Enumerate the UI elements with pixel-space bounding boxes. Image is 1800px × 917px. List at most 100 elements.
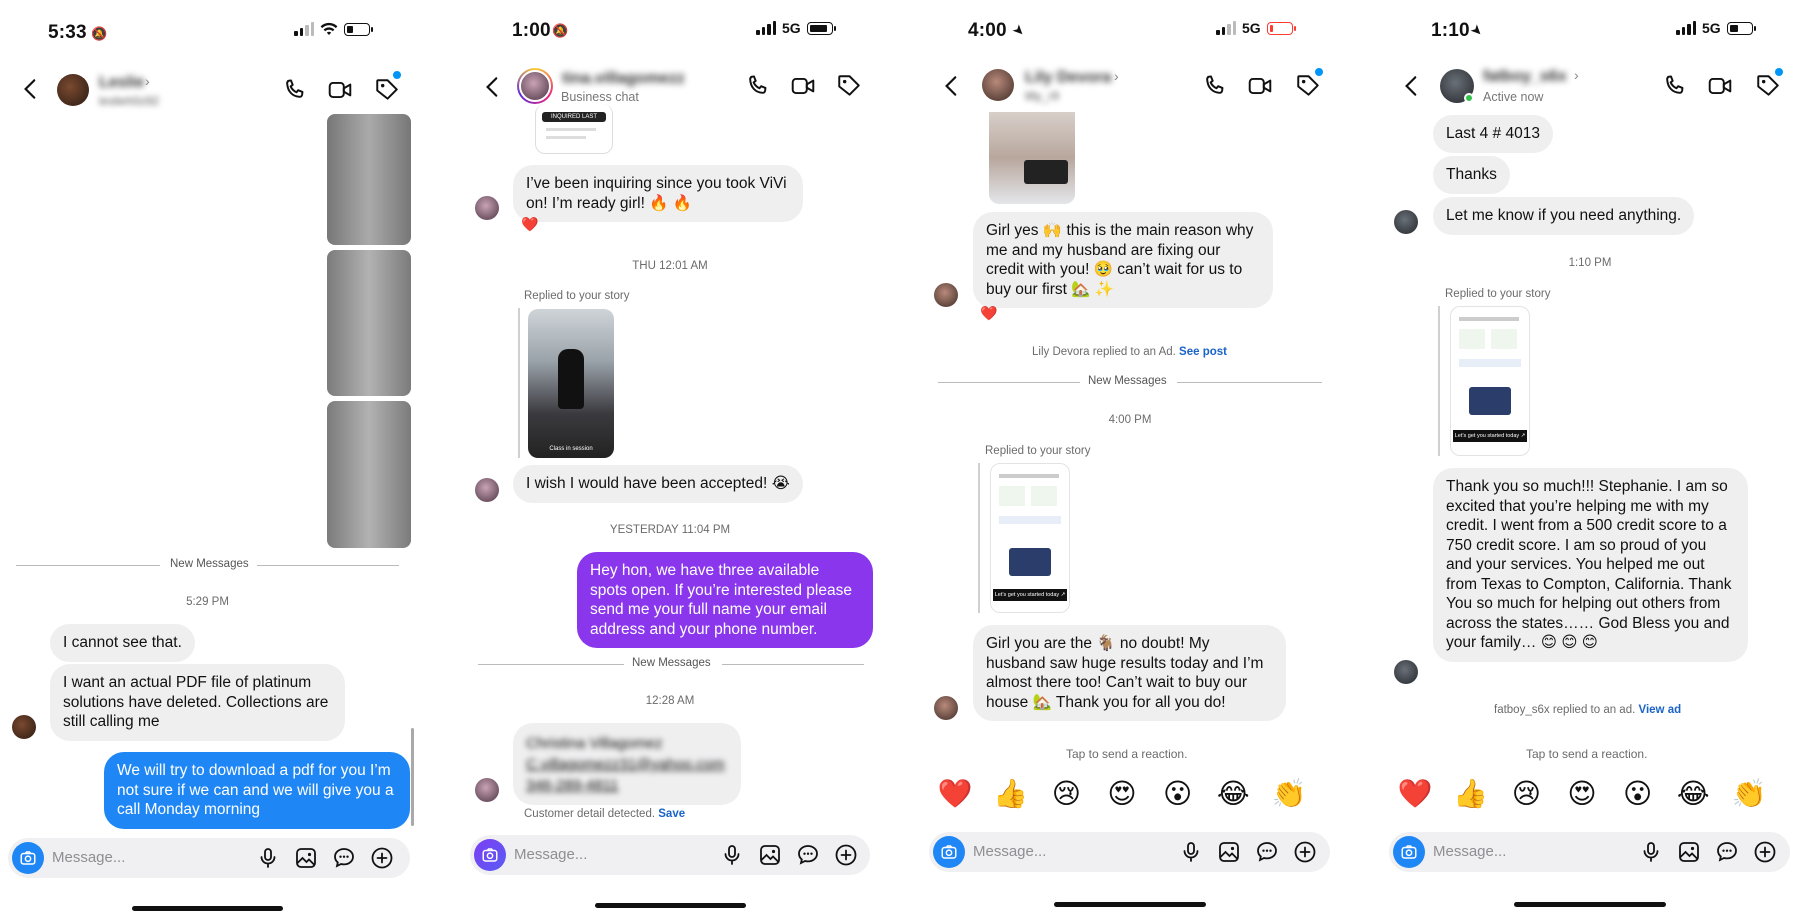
reaction-thumbs-up[interactable]: 👍 <box>1453 777 1489 810</box>
avatar[interactable] <box>517 68 553 104</box>
message-bubble-sent[interactable]: We will try to download a pdf for you I’… <box>104 752 410 829</box>
tag-icon[interactable] <box>834 71 864 101</box>
media-thumbnail[interactable] <box>327 250 411 396</box>
phone-icon[interactable] <box>279 75 309 105</box>
save-link[interactable]: Save <box>658 808 685 820</box>
microphone-icon[interactable] <box>1639 840 1663 864</box>
back-arrow-icon[interactable] <box>478 72 508 102</box>
battery-icon <box>344 22 373 36</box>
customer-detail-bubble[interactable]: Christina Villagomez C.villagomezz31@yah… <box>513 723 741 805</box>
story-thumbnail[interactable] <box>989 112 1075 204</box>
contact-name[interactable]: fatboy_s6x <box>1483 68 1567 86</box>
message-bubble[interactable]: I wish I would have been accepted! 😭 <box>513 465 803 503</box>
reaction-heart[interactable]: ❤️ <box>521 216 538 233</box>
phone-icon[interactable] <box>1199 71 1229 101</box>
message-bubble[interactable]: Girl yes 🙌 this is the main reason why m… <box>973 212 1273 308</box>
reaction-thumbs-up[interactable]: 👍 <box>993 777 1029 810</box>
sender-avatar <box>475 778 499 802</box>
microphone-icon[interactable] <box>720 843 744 867</box>
signal-icon <box>756 21 776 35</box>
message-composer[interactable]: Message... <box>8 838 410 878</box>
reaction-laughing[interactable]: 😂 <box>1215 777 1251 810</box>
timestamp: THU 12:01 AM <box>632 260 708 272</box>
microphone-icon[interactable] <box>1179 840 1203 864</box>
message-composer[interactable]: Message... <box>929 832 1330 872</box>
message-composer[interactable]: Message... <box>1389 832 1790 872</box>
message-input[interactable]: Message... <box>973 843 1046 860</box>
story-thumbnail[interactable]: Let’s get you started today ↗ <box>1450 306 1530 456</box>
reaction-clapping[interactable]: 👏 <box>1731 777 1767 810</box>
avatar[interactable] <box>982 69 1014 101</box>
status-time: 1:10 <box>1431 20 1470 41</box>
reaction-heart-eyes[interactable]: 😍 <box>1104 777 1140 810</box>
message-bubble[interactable]: I want an actual PDF file of platinum so… <box>50 664 345 741</box>
video-icon[interactable] <box>788 71 818 101</box>
gallery-icon[interactable] <box>758 843 782 867</box>
back-arrow-icon[interactable] <box>1397 71 1427 101</box>
back-arrow-icon[interactable] <box>937 71 967 101</box>
reaction-crying[interactable]: 😢 <box>1048 777 1084 810</box>
media-thumbnail[interactable] <box>327 401 411 548</box>
story-thumbnail[interactable]: Let’s get you started today ↗ <box>990 463 1070 613</box>
camera-icon[interactable] <box>12 842 44 874</box>
message-bubble[interactable]: I cannot see that. <box>50 624 195 662</box>
message-input[interactable]: Message... <box>52 849 125 866</box>
contact-name[interactable]: tina.villagomezz <box>562 70 685 88</box>
message-bubble[interactable]: Last 4 # 4013 <box>1433 115 1553 153</box>
sticker-icon[interactable] <box>1255 840 1279 864</box>
reaction-heart[interactable]: ❤️ <box>980 305 997 322</box>
story-thumbnail[interactable]: Class in session <box>528 309 614 458</box>
chat-panel-tina: 1:00 🔕 5G tina.villagomezz Business chat… <box>460 0 880 917</box>
video-icon[interactable] <box>325 75 355 105</box>
reaction-surprised[interactable]: 😮 <box>1620 777 1656 810</box>
reaction-laughing[interactable]: 😂 <box>1675 777 1711 810</box>
sticker-icon[interactable] <box>796 843 820 867</box>
plus-icon[interactable] <box>1293 840 1317 864</box>
sender-avatar <box>1394 660 1418 684</box>
message-bubble[interactable]: I’ve been inquiring since you took ViVi … <box>513 165 803 222</box>
gallery-icon[interactable] <box>294 846 318 870</box>
message-bubble[interactable]: Thank you so much!!! Stephanie. I am so … <box>1433 468 1748 662</box>
see-post-link[interactable]: See post <box>1179 346 1227 358</box>
message-bubble[interactable]: Thanks <box>1433 156 1510 194</box>
back-arrow-icon[interactable] <box>16 74 46 104</box>
message-bubble[interactable]: Let me know if you need anything. <box>1433 197 1695 235</box>
tap-to-react-label: Tap to send a reaction. <box>1066 747 1188 761</box>
media-thumbnail[interactable] <box>327 114 411 245</box>
tag-icon[interactable] <box>372 75 402 105</box>
reaction-heart[interactable]: ❤️ <box>937 777 973 810</box>
reaction-heart-eyes[interactable]: 😍 <box>1564 777 1600 810</box>
camera-icon[interactable] <box>933 836 965 868</box>
reaction-crying[interactable]: 😢 <box>1508 777 1544 810</box>
sticker-icon[interactable] <box>332 846 356 870</box>
plus-icon[interactable] <box>834 843 858 867</box>
message-composer[interactable]: Message... <box>470 835 870 875</box>
replied-to-story-label: Replied to your story <box>524 290 630 302</box>
phone-icon[interactable] <box>1659 71 1689 101</box>
sticker-icon[interactable] <box>1715 840 1739 864</box>
avatar[interactable] <box>57 74 89 106</box>
view-ad-link[interactable]: View ad <box>1639 704 1682 716</box>
plus-icon[interactable] <box>1753 840 1777 864</box>
plus-icon[interactable] <box>370 846 394 870</box>
gallery-icon[interactable] <box>1217 840 1241 864</box>
contact-name[interactable]: Lily Devora <box>1025 69 1111 87</box>
video-icon[interactable] <box>1705 71 1735 101</box>
scrollbar[interactable] <box>411 728 414 826</box>
reaction-clapping[interactable]: 👏 <box>1271 777 1307 810</box>
camera-icon[interactable] <box>474 839 506 871</box>
phone-icon[interactable] <box>742 71 772 101</box>
message-input[interactable]: Message... <box>1433 843 1506 860</box>
camera-icon[interactable] <box>1393 836 1425 868</box>
sender-avatar <box>1394 210 1418 234</box>
message-input[interactable]: Message... <box>514 846 587 863</box>
microphone-icon[interactable] <box>256 846 280 870</box>
gallery-icon[interactable] <box>1677 840 1701 864</box>
video-icon[interactable] <box>1245 71 1275 101</box>
story-thumbnail[interactable]: INQUIRED LAST MONTH <box>535 104 613 154</box>
reaction-heart[interactable]: ❤️ <box>1397 777 1433 810</box>
message-bubble[interactable]: Girl you are the 🐐 no doubt! My husband … <box>973 625 1286 721</box>
reaction-surprised[interactable]: 😮 <box>1160 777 1196 810</box>
contact-name[interactable]: Leslie <box>99 74 144 92</box>
message-bubble-sent[interactable]: Hey hon, we have three available spots o… <box>577 552 873 648</box>
